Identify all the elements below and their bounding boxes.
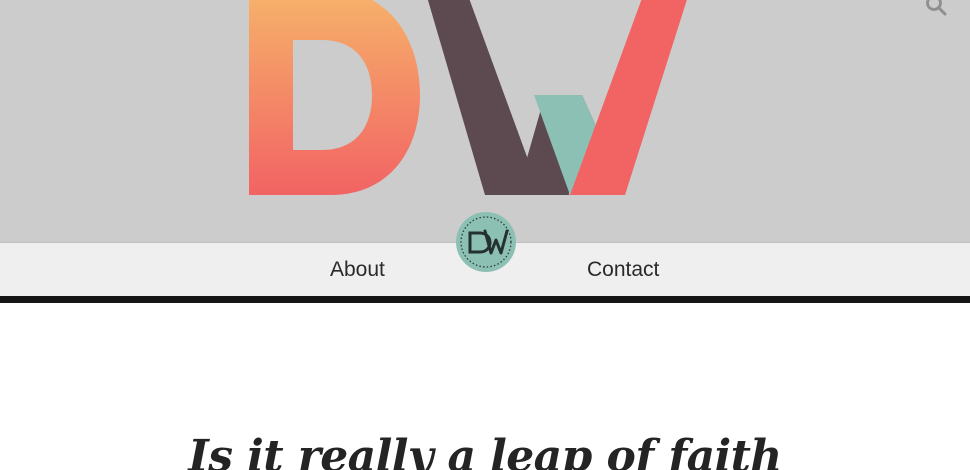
dw-badge-icon[interactable] (455, 211, 517, 273)
post-title[interactable]: Is it really a leap of faith (0, 427, 970, 470)
search-icon[interactable] (923, 0, 949, 20)
dw-logo-icon[interactable] (0, 0, 970, 242)
nav-link-contact[interactable]: Contact (587, 257, 659, 283)
logo-letter-w (427, 0, 687, 195)
navigation-divider (0, 296, 970, 303)
page: About Contact Is it really a leap of fai… (0, 0, 970, 470)
hero-banner (0, 0, 970, 242)
logo-letter-d (249, 0, 420, 195)
nav-link-about[interactable]: About (330, 257, 385, 283)
